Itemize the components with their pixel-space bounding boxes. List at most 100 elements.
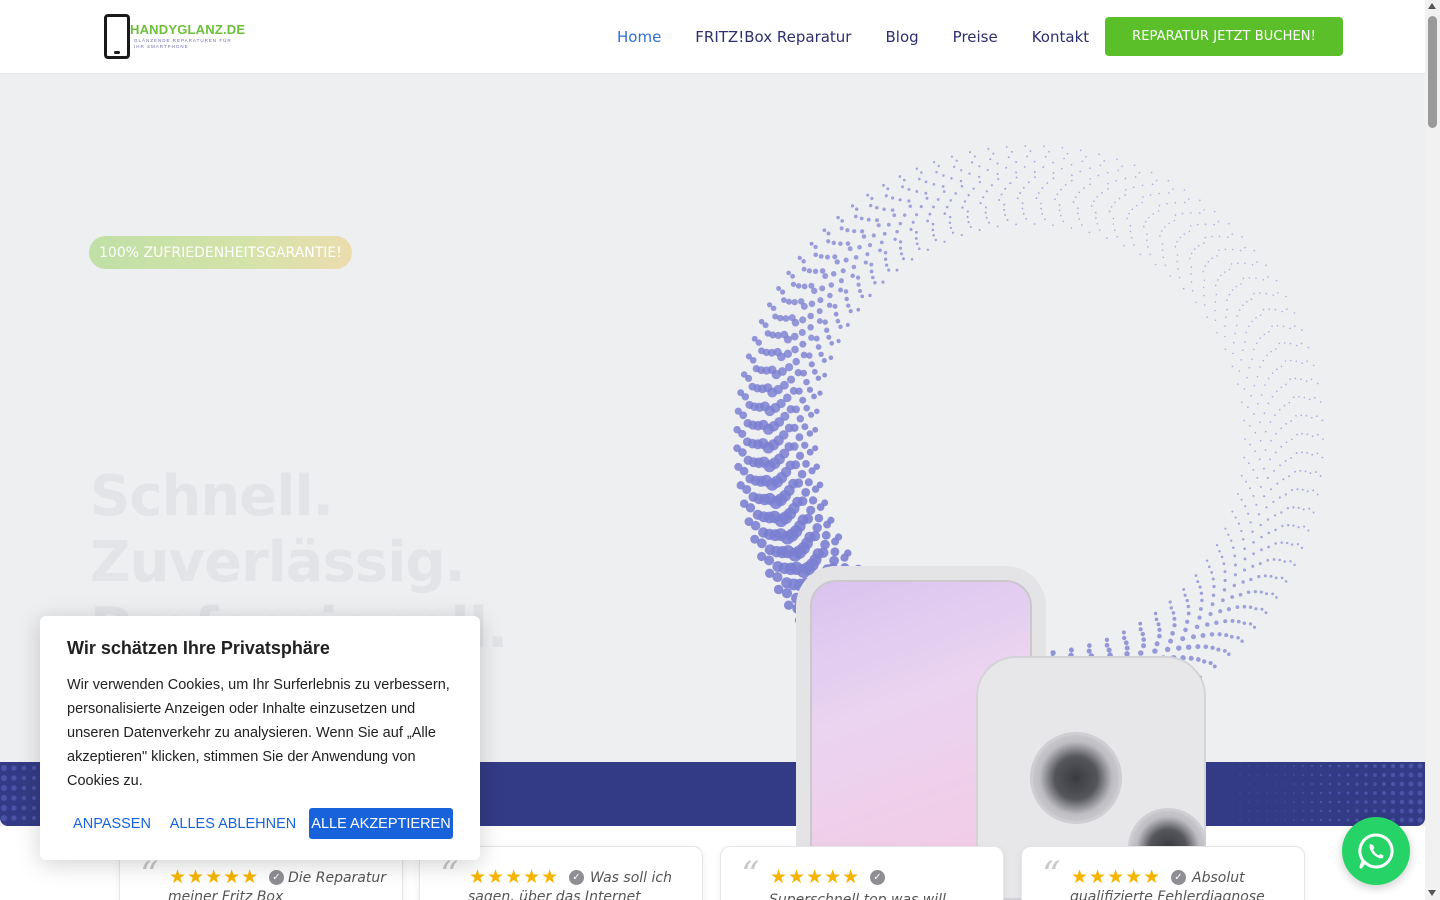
decorative-dot [1074, 196, 1077, 198]
decorative-dot [806, 505, 816, 515]
decorative-dot [1284, 360, 1287, 362]
decorative-dot [819, 268, 826, 274]
decorative-dot [1106, 171, 1109, 174]
quote-icon: “ [741, 855, 760, 896]
book-repair-button[interactable]: REPARATUR JETZT BUCHEN! [1105, 17, 1343, 56]
decorative-dot [806, 268, 812, 274]
decorative-dot [822, 273, 829, 279]
decorative-dot [1231, 233, 1233, 235]
nav-kontakt[interactable]: Kontakt [1015, 28, 1106, 46]
decorative-dot [787, 375, 796, 384]
decorative-dot [996, 225, 999, 228]
customize-cookies-button[interactable]: ANPASSEN [67, 808, 157, 839]
decorative-dot [1408, 799, 1414, 805]
nav-blog[interactable]: Blog [868, 28, 935, 46]
site-logo[interactable]: HANDYGLANZ.DE GLÄNZENDE REPARATUREN FÜR … [104, 14, 245, 60]
decorative-dot [1112, 217, 1115, 220]
decorative-dot [931, 222, 935, 226]
decorative-dot [1214, 620, 1219, 626]
nav-home[interactable]: Home [600, 28, 678, 46]
decorative-dot [1285, 295, 1287, 298]
scroll-up-arrow-icon[interactable] [1428, 3, 1436, 9]
decorative-dot [1243, 557, 1247, 561]
decorative-dot [1390, 772, 1396, 778]
decorative-dot [1364, 809, 1368, 813]
decorative-dot [865, 252, 870, 257]
decorative-dot [1015, 176, 1018, 179]
decorative-dot [833, 311, 839, 317]
decorative-dot [1266, 476, 1269, 479]
decorative-dot [1408, 763, 1414, 769]
decorative-dot [1267, 402, 1270, 405]
decorative-dot [1004, 214, 1007, 216]
decorative-dot [1190, 266, 1193, 268]
decorative-dot [1234, 516, 1237, 519]
decorative-dot [748, 382, 757, 391]
reject-all-cookies-button[interactable]: ALLES ABLEHNEN [166, 808, 300, 839]
decorative-dot [1249, 521, 1252, 524]
decorative-dot [1373, 773, 1377, 777]
whatsapp-chat-button[interactable] [1342, 817, 1410, 885]
accept-all-cookies-button[interactable]: ALLE AKZEPTIEREN [309, 808, 453, 839]
decorative-dot [1248, 783, 1250, 785]
decorative-dot [1265, 264, 1267, 266]
decorative-dot [745, 400, 754, 409]
decorative-dot [1266, 518, 1270, 521]
decorative-dot [1417, 799, 1423, 805]
decorative-dot [1328, 764, 1332, 768]
nav-fritzbox-reparatur[interactable]: FRITZ!Box Reparatur [678, 28, 868, 46]
decorative-dot [1207, 565, 1211, 569]
decorative-dot [1408, 781, 1414, 787]
decorative-dot [900, 252, 903, 256]
decorative-dot [1364, 791, 1368, 795]
decorative-dot [898, 175, 902, 178]
decorative-dot [1023, 165, 1026, 168]
decorative-dot [1103, 160, 1106, 162]
decorative-dot [1293, 819, 1295, 821]
decorative-dot [883, 257, 888, 261]
decorative-dot [823, 520, 832, 529]
decorative-dot [1190, 252, 1193, 255]
review-card[interactable]: “ ★★★★★ ✓ Absolut qualifizierte Fehlerdi… [1021, 846, 1305, 900]
decorative-dot [951, 231, 955, 234]
decorative-dot [1399, 781, 1405, 787]
decorative-dot [1301, 329, 1303, 331]
scroll-down-arrow-icon[interactable] [1428, 890, 1436, 896]
decorative-dot [853, 214, 858, 219]
decorative-dot [1080, 224, 1083, 226]
decorative-dot [1355, 773, 1359, 777]
decorative-dot [21, 775, 27, 781]
decorative-dot [1254, 431, 1257, 434]
decorative-dot [1248, 810, 1250, 812]
decorative-dot [1259, 366, 1261, 368]
decorative-dot [804, 478, 813, 487]
scrollbar-thumb[interactable] [1428, 16, 1437, 128]
decorative-dot [901, 185, 904, 189]
decorative-dot [1399, 790, 1405, 796]
decorative-dot [1243, 568, 1247, 572]
decorative-dot [21, 815, 27, 821]
decorative-dot [1158, 192, 1160, 195]
decorative-dot [1270, 439, 1272, 442]
decorative-dot [815, 375, 822, 381]
page-scrollbar[interactable] [1425, 0, 1440, 900]
decorative-dot [881, 280, 885, 284]
decorative-dot [1254, 607, 1258, 611]
decorative-dot [1196, 223, 1199, 226]
decorative-dot [1213, 210, 1216, 213]
decorative-dot [1284, 493, 1287, 496]
decorative-dot [1252, 494, 1255, 497]
decorative-dot [1202, 270, 1204, 273]
decorative-dot [1248, 622, 1253, 626]
decorative-dot [1312, 364, 1315, 367]
decorative-dot [1227, 236, 1229, 238]
decorative-dot [1064, 184, 1067, 186]
decorative-dot [1129, 230, 1132, 233]
decorative-dot [985, 190, 989, 193]
review-card[interactable]: “ ★★★★★ ✓ Superschnell top was will [720, 846, 1004, 900]
decorative-dot [871, 275, 875, 280]
nav-preise[interactable]: Preise [936, 28, 1015, 46]
decorative-dot [1244, 246, 1246, 249]
decorative-dot [1293, 774, 1295, 776]
decorative-dot [1, 785, 7, 791]
